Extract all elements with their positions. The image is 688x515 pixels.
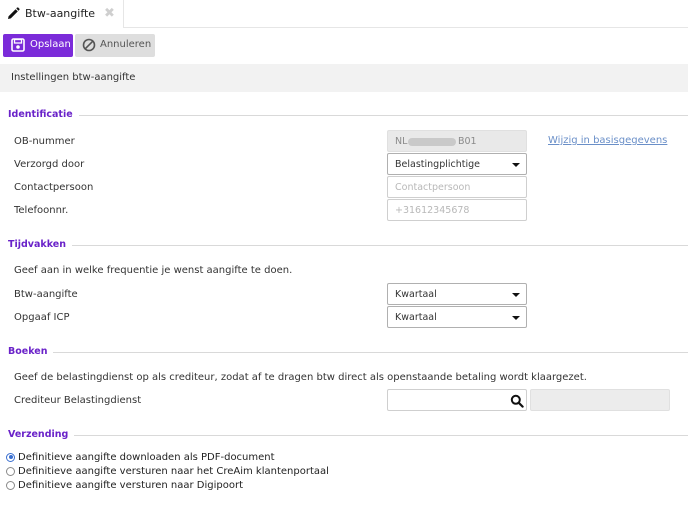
boeken-intro: Geef de belastingdienst op als crediteur…: [14, 372, 587, 383]
section-identificatie: Identificatie: [8, 109, 688, 121]
radio-button[interactable]: [6, 466, 15, 476]
radio-option-digipoort[interactable]: Definitieve aangifte versturen naar Digi…: [6, 478, 243, 492]
btw-aangifte-select[interactable]: Kwartaal: [387, 283, 527, 305]
radio-option-klantenportaal[interactable]: Definitieve aangifte versturen naar het …: [6, 464, 329, 478]
radio-button[interactable]: [6, 480, 15, 490]
section-title: Boeken: [8, 346, 54, 357]
tijdvakken-intro: Geef aan in welke frequentie je wenst aa…: [14, 265, 293, 276]
radio-option-pdf[interactable]: Definitieve aangifte downloaden als PDF-…: [6, 450, 275, 464]
section-divider: [8, 245, 688, 246]
section-title: Verzending: [8, 429, 75, 440]
contactpersoon-label: Contactpersoon: [14, 182, 94, 193]
ob-number-suffix: B01: [458, 136, 477, 147]
ob-number-prefix: NL: [395, 136, 408, 147]
section-divider: [8, 435, 688, 436]
section-boeken: Boeken: [8, 346, 688, 358]
search-icon[interactable]: [510, 394, 524, 408]
section-verzending: Verzending: [8, 429, 688, 441]
contactpersoon-placeholder: Contactpersoon: [395, 182, 471, 193]
chevron-down-icon: [512, 293, 520, 297]
verzorgd-door-select[interactable]: Belastingplichtige: [387, 153, 527, 175]
btw-aangifte-value: Kwartaal: [395, 289, 437, 300]
settings-header: Instellingen btw-aangifte: [0, 64, 688, 92]
change-basic-data-link[interactable]: Wijzig in basisgegevens: [548, 135, 667, 146]
section-divider: [8, 115, 688, 116]
crediteur-search-input[interactable]: [387, 389, 527, 411]
radio-button[interactable]: [6, 452, 15, 462]
radio-label: Definitieve aangifte versturen naar het …: [18, 465, 329, 477]
telefoon-label: Telefoonnr.: [14, 205, 69, 216]
telefoon-placeholder: +31612345678: [395, 205, 470, 216]
radio-label: Definitieve aangifte downloaden als PDF-…: [18, 451, 275, 463]
save-label: Opslaan: [30, 39, 71, 50]
verzorgd-door-value: Belastingplichtige: [395, 159, 480, 170]
settings-header-title: Instellingen btw-aangifte: [11, 72, 136, 83]
opgaaf-icp-select[interactable]: Kwartaal: [387, 306, 527, 328]
close-icon[interactable]: ✖: [104, 7, 116, 21]
section-tijdvakken: Tijdvakken: [8, 239, 688, 251]
chevron-down-icon: [512, 163, 520, 167]
tab-btw-aangifte[interactable]: Btw-aangifte ✖: [0, 0, 124, 28]
verzorgd-door-label: Verzorgd door: [14, 159, 85, 170]
chevron-down-icon: [512, 316, 520, 320]
crediteur-label: Crediteur Belastingdienst: [14, 395, 142, 406]
save-icon: [11, 38, 25, 52]
radio-label: Definitieve aangifte versturen naar Digi…: [18, 479, 243, 491]
cancel-icon: [82, 38, 96, 52]
section-title: Identificatie: [8, 109, 79, 120]
tab-bar: Btw-aangifte ✖: [0, 0, 688, 28]
opgaaf-icp-label: Opgaaf ICP: [14, 312, 70, 323]
redacted-block: [408, 138, 456, 146]
pencil-icon: [8, 7, 20, 19]
cancel-label: Annuleren: [100, 39, 152, 50]
cancel-button[interactable]: Annuleren: [75, 34, 155, 57]
opgaaf-icp-value: Kwartaal: [395, 312, 437, 323]
tab-label: Btw-aangifte: [25, 7, 96, 20]
crediteur-display-field: [530, 389, 670, 411]
contactpersoon-input[interactable]: Contactpersoon: [387, 176, 527, 198]
section-title: Tijdvakken: [8, 239, 72, 250]
ob-number-label: OB-nummer: [14, 136, 75, 147]
section-divider: [8, 352, 688, 353]
ob-number-field: NL B01: [387, 130, 527, 152]
save-button[interactable]: Opslaan: [3, 34, 73, 57]
btw-aangifte-label: Btw-aangifte: [14, 289, 78, 300]
telefoon-input[interactable]: +31612345678: [387, 199, 527, 221]
